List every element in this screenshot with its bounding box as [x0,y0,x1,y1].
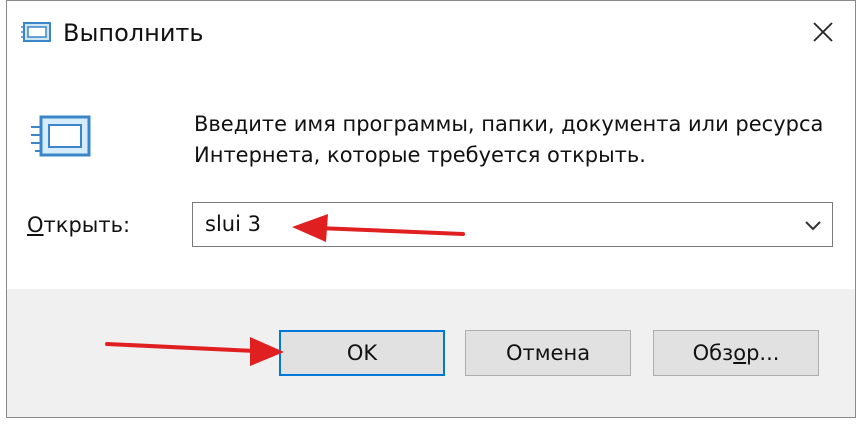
description-line-1: Введите имя программы, папки, документа … [194,112,824,136]
title-bar[interactable]: Выполнить [7,1,855,63]
button-bar: OK Отмена Обзор... [7,289,855,417]
browse-label-end: р... [746,341,780,365]
window-title: Выполнить [63,19,204,47]
run-dialog-icon [21,22,51,42]
browse-label-start: Обз [692,341,734,365]
chevron-down-icon[interactable] [802,215,824,235]
cancel-button[interactable]: Отмена [465,330,631,376]
run-program-icon [31,115,91,157]
browse-label-accelerator: о [733,341,747,365]
run-dialog: Выполнить Введите имя программы, папки, … [6,0,856,418]
description-text: Введите имя программы, папки, документа … [194,109,834,171]
open-label: Открыть: [27,209,130,241]
dialog-body: Введите имя программы, папки, документа … [7,63,855,289]
close-button[interactable] [791,1,855,63]
browse-button[interactable]: Обзор... [653,330,819,376]
open-combobox[interactable]: slui 3 [192,202,833,247]
open-label-accelerator: О [27,213,44,237]
open-label-text: ткрыть: [43,213,131,237]
ok-button[interactable]: OK [279,330,445,376]
close-icon [813,22,833,42]
description-line-2: Интернета, которые требуется открыть. [194,143,646,167]
open-input-value[interactable]: slui 3 [205,209,261,239]
